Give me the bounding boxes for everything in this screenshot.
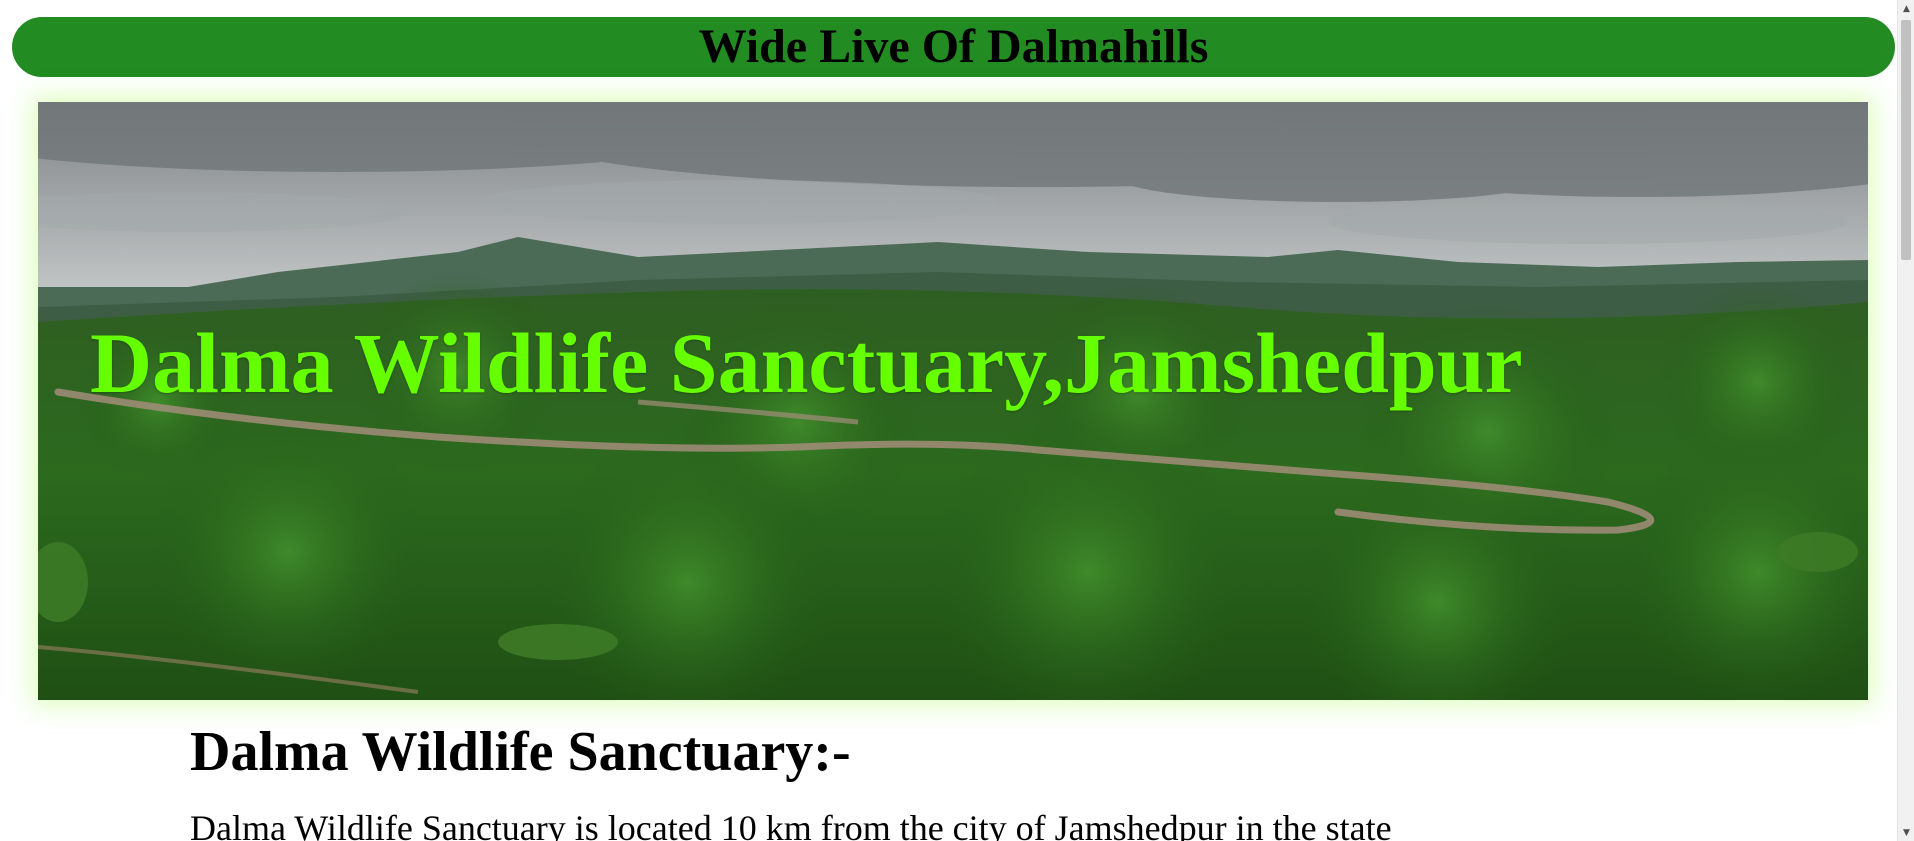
triangle-down-icon[interactable]: ▼	[1898, 824, 1914, 841]
hero-banner: Dalma Wildlife Sanctuary,Jamshedpur	[38, 102, 1868, 700]
triangle-up-icon[interactable]: ▲	[1898, 0, 1914, 17]
site-header: Wide Live Of Dalmahills	[12, 17, 1895, 77]
section-paragraph: Dalma Wildlife Sanctuary is located 10 k…	[190, 807, 1392, 841]
main-content: Dalma Wildlife Sanctuary:- Dalma Wildlif…	[190, 721, 1750, 841]
vertical-scrollbar[interactable]: ▲ ▼	[1897, 0, 1914, 841]
scrollbar-thumb[interactable]	[1901, 20, 1911, 260]
hero-title: Dalma Wildlife Sanctuary,Jamshedpur	[90, 315, 1523, 411]
section-heading: Dalma Wildlife Sanctuary:-	[190, 721, 851, 783]
site-title: Wide Live Of Dalmahills	[698, 20, 1209, 73]
page: Wide Live Of Dalmahills Dalma Wildlife S…	[0, 0, 1914, 841]
